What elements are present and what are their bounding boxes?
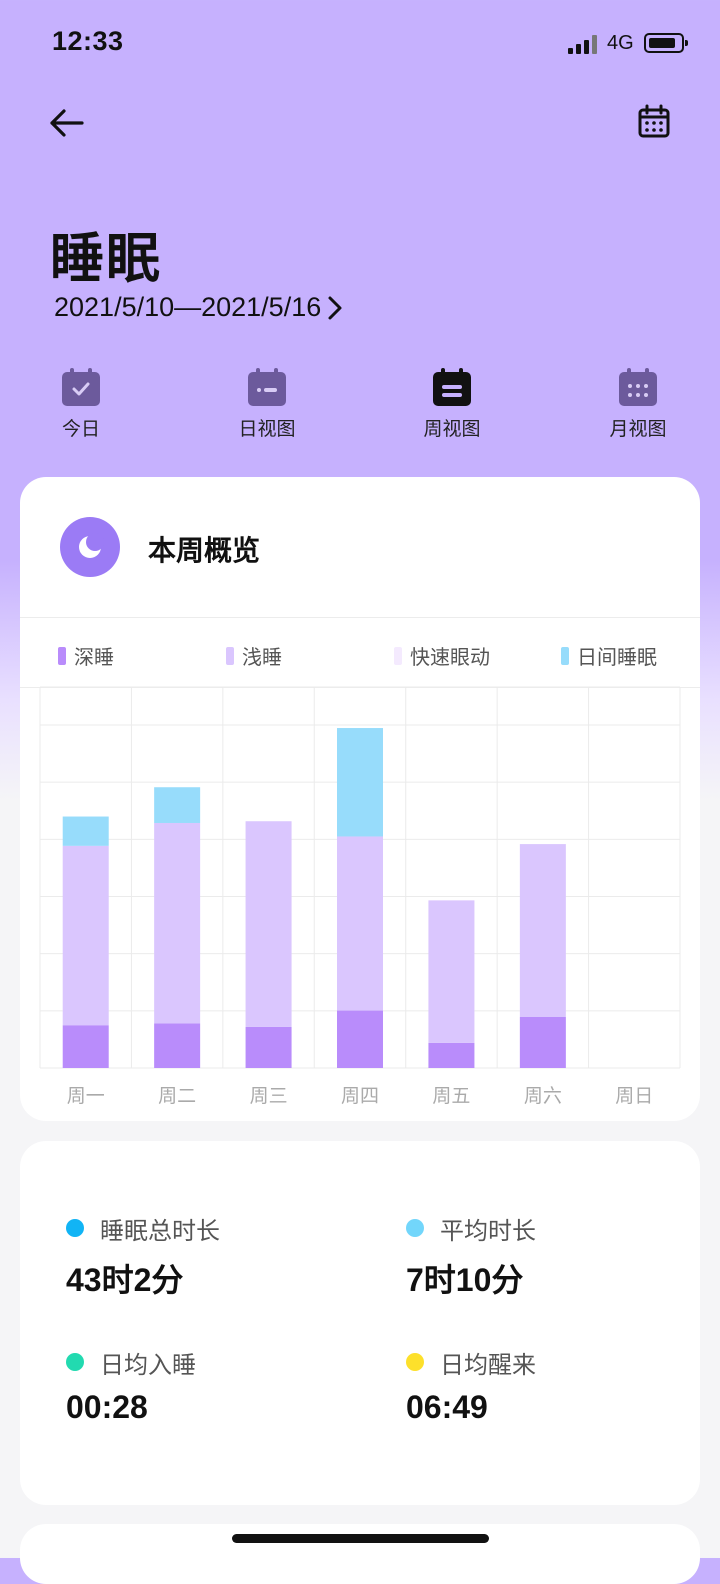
stat-dot xyxy=(406,1219,424,1237)
bar-segment xyxy=(519,1017,566,1068)
stat-label: 睡眠总时长 xyxy=(100,1217,220,1245)
weekly-overview-card: 本周概览 深睡 浅睡 快速眼动 日间睡眠 周一 周二 周三 周四 周五 周六 周日 xyxy=(20,477,700,1121)
tab-month-view-label: 月视图 xyxy=(609,418,667,440)
stat-value: 7时10分 xyxy=(406,1262,524,1298)
legend-item-daytime-sleep: 日间睡眠 xyxy=(561,641,657,670)
x-tick-label: 周四 xyxy=(341,1085,379,1107)
divider xyxy=(20,617,700,618)
bar-segment xyxy=(154,1023,201,1068)
x-tick-label: 周五 xyxy=(432,1085,470,1107)
legend-swatch xyxy=(561,646,569,665)
legend-item-rem: 快速眼动 xyxy=(394,641,490,670)
x-tick-label: 周二 xyxy=(158,1085,196,1107)
tab-week-view-label: 周视图 xyxy=(423,418,481,440)
legend-item-light-sleep: 浅睡 xyxy=(226,641,282,670)
stat-label: 平均时长 xyxy=(440,1217,536,1245)
next-card xyxy=(20,1524,700,1584)
page-title: 睡眠 xyxy=(50,227,162,290)
x-tick-label: 周一 xyxy=(67,1085,105,1107)
calendar-week-icon xyxy=(433,368,471,406)
battery-icon xyxy=(644,33,688,53)
legend-item-deep-sleep: 深睡 xyxy=(58,641,114,670)
bar-segment xyxy=(428,900,475,1043)
network-type: 4G xyxy=(607,32,634,54)
legend-label: 深睡 xyxy=(74,645,114,669)
legend-label: 快速眼动 xyxy=(410,645,490,669)
bar-segment xyxy=(337,728,383,837)
sleep-stats-card: 睡眠总时长 43时2分 平均时长 7时10分 日均入睡 00:28 日均醒来 0… xyxy=(20,1141,700,1505)
bar-segment xyxy=(62,1025,109,1068)
tab-month-view[interactable]: 月视图 xyxy=(583,368,693,441)
bar-segment xyxy=(154,787,201,823)
stat-value: 00:28 xyxy=(66,1389,148,1425)
stat-dot xyxy=(66,1219,84,1237)
legend-label: 日间睡眠 xyxy=(577,645,657,669)
stat-dot xyxy=(406,1353,424,1371)
tab-today[interactable]: 今日 xyxy=(26,368,136,441)
calendar-day-icon xyxy=(248,368,286,406)
bar-segment xyxy=(337,1010,383,1068)
overview-title: 本周概览 xyxy=(148,534,261,567)
status-time: 12:33 xyxy=(52,26,124,56)
chevron-right-icon xyxy=(328,296,342,319)
tab-today-label: 今日 xyxy=(61,418,100,440)
stat-dot xyxy=(66,1353,84,1371)
calendar-button[interactable] xyxy=(632,100,676,144)
legend-swatch xyxy=(58,646,66,665)
calendar-check-icon xyxy=(62,368,100,406)
bar-segment xyxy=(62,816,109,846)
x-tick-label: 周日 xyxy=(615,1085,653,1107)
stat-label: 日均醒来 xyxy=(440,1351,536,1379)
legend-swatch xyxy=(226,646,234,665)
x-tick-label: 周六 xyxy=(524,1085,562,1107)
bar-segment xyxy=(519,844,566,1018)
tab-day-view[interactable]: 日视图 xyxy=(212,368,322,441)
weekly-sleep-chart: 周一 周二 周三 周四 周五 周六 周日 xyxy=(39,686,681,1107)
legend-label: 浅睡 xyxy=(242,645,282,669)
bar-segment xyxy=(428,1042,475,1068)
bar-segment xyxy=(245,821,292,1027)
bar-segment xyxy=(154,822,201,1024)
arrow-left-icon xyxy=(50,109,84,137)
calendar-icon xyxy=(638,104,670,138)
stat-label: 日均入睡 xyxy=(100,1351,196,1379)
x-tick-label: 周三 xyxy=(250,1085,288,1107)
bar-segment xyxy=(337,836,383,1011)
tab-day-view-label: 日视图 xyxy=(238,418,296,440)
back-button[interactable] xyxy=(44,102,90,144)
signal-icon xyxy=(568,34,602,54)
stat-value: 06:49 xyxy=(406,1389,488,1425)
date-range-text: 2021/5/10—2021/5/16 xyxy=(54,292,322,322)
calendar-month-icon xyxy=(619,368,657,406)
status-bar: 12:33 4G xyxy=(0,0,720,86)
bar-segment xyxy=(245,1026,292,1068)
legend-swatch xyxy=(394,646,402,665)
tab-week-view[interactable]: 周视图 xyxy=(397,368,507,441)
moon-icon xyxy=(60,517,120,577)
bar-segment xyxy=(62,845,109,1026)
date-range-selector[interactable]: 2021/5/10—2021/5/16 xyxy=(54,292,343,323)
home-indicator[interactable] xyxy=(232,1534,489,1543)
stat-value: 43时2分 xyxy=(66,1262,184,1298)
